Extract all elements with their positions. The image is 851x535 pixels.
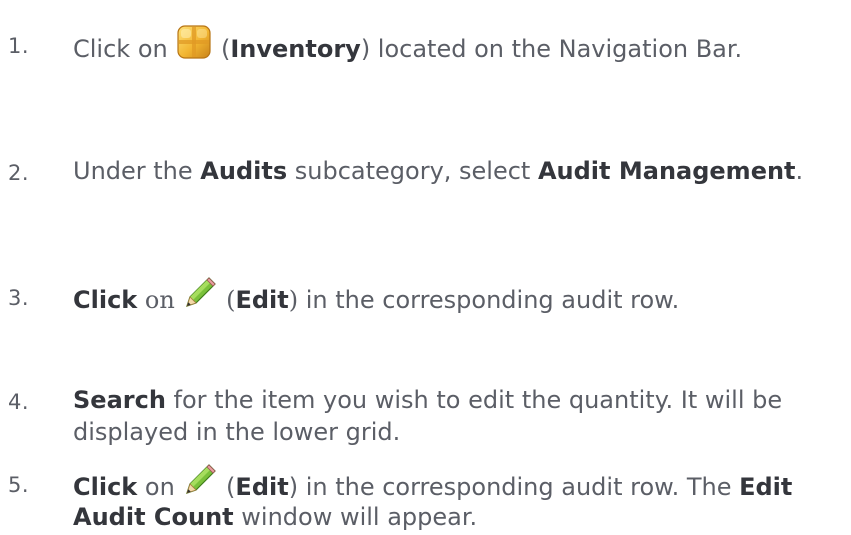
step-3-bold-click: Click bbox=[73, 286, 138, 314]
inventory-box-icon bbox=[175, 23, 213, 71]
pencil-edit-icon bbox=[182, 275, 218, 321]
step-1-text: Click on (Inventory) located on the Navi… bbox=[73, 23, 743, 74]
step-5-on: on bbox=[137, 473, 183, 501]
step-2-mid: subcategory, select bbox=[287, 157, 538, 185]
step-3-open-paren: ( bbox=[218, 286, 236, 314]
step-2-number: 2. bbox=[8, 161, 30, 185]
step-2-bold-audit-management: Audit Management bbox=[537, 157, 796, 185]
step-3-post: in the corresponding audit row. bbox=[298, 286, 680, 314]
step-5-number: 5. bbox=[8, 473, 30, 497]
step-5-bold-audit-count: Audit Count bbox=[73, 503, 234, 531]
step-1-post: ) located on the Navigation Bar. bbox=[360, 35, 743, 63]
step-1-pre: Click on bbox=[73, 35, 176, 63]
step-5-line2-post: window will appear. bbox=[233, 503, 478, 531]
step-3-bold-edit: Edit bbox=[235, 286, 289, 314]
step-5-open-paren: ( bbox=[218, 473, 236, 501]
step-4-line2: displayed in the lower grid. bbox=[73, 418, 401, 446]
step-2-pre: Under the bbox=[73, 157, 201, 185]
step-3-close-paren: ) bbox=[288, 286, 299, 314]
step-3-on: on bbox=[137, 286, 183, 314]
step-1-open-paren: ( bbox=[213, 35, 231, 63]
step-1-number: 1. bbox=[8, 34, 30, 58]
step-4-line1-post: for the item you wish to edit the quanti… bbox=[165, 386, 783, 414]
step-5-bold-edit: Edit bbox=[235, 473, 289, 501]
step-3-text: Click on (Edit) in the corresponding aud… bbox=[73, 275, 680, 324]
step-5-line1-post: ) in the corresponding audit row. The bbox=[288, 473, 740, 501]
step-2-bold-audits: Audits bbox=[200, 157, 288, 185]
step-3-number: 3. bbox=[8, 286, 30, 310]
step-1-bold-inventory: Inventory bbox=[230, 35, 361, 63]
step-2-text: Under the Audits subcategory, select Aud… bbox=[73, 153, 803, 189]
step-5-text-line-2: Audit Count window will appear. bbox=[73, 499, 477, 535]
step-4-bold-search: Search bbox=[73, 386, 166, 414]
step-2-post: . bbox=[795, 157, 804, 185]
step-4-number: 4. bbox=[8, 390, 30, 414]
step-5-bold-edit-2: Edit bbox=[739, 473, 793, 501]
step-4-text-line-1: Search for the item you wish to edit the… bbox=[73, 382, 782, 418]
step-5-bold-click: Click bbox=[73, 473, 138, 501]
step-4-text-line-2: displayed in the lower grid. bbox=[73, 414, 400, 450]
